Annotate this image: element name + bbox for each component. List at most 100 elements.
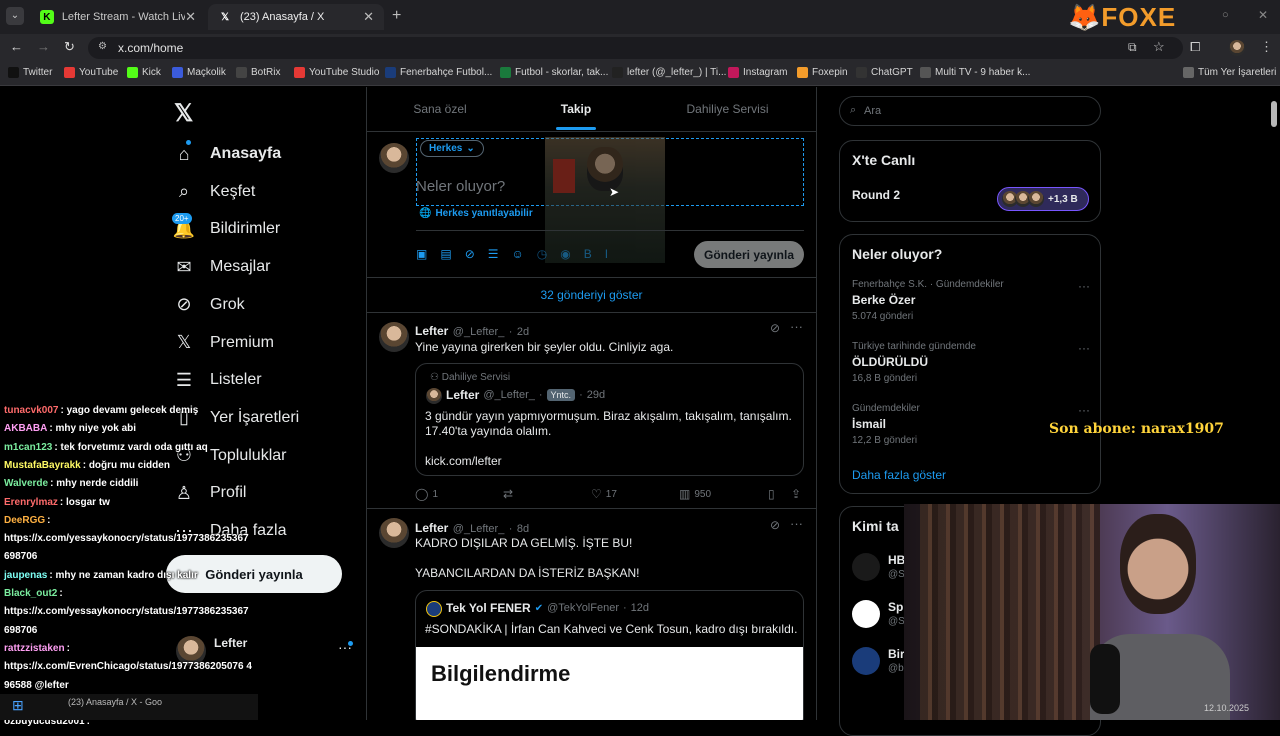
image-icon[interactable]: ▣ <box>416 247 427 261</box>
more-icon[interactable]: ··· <box>1078 341 1090 355</box>
bold-icon[interactable]: B <box>584 247 592 261</box>
tweet-handle[interactable]: @_Lefter_ <box>453 523 505 535</box>
nav-item-5[interactable]: 𝕏 Premium <box>172 328 274 358</box>
audience-selector[interactable]: Herkes ⌄ <box>420 140 484 157</box>
extensions-icon[interactable]: ⧠ <box>1190 39 1200 55</box>
nav-item-0[interactable]: ⌂ Anasayfa <box>172 139 281 169</box>
tab-for-you[interactable]: Sana özel <box>367 87 513 131</box>
composer-submit-button[interactable]: Gönderi yayınla <box>694 241 804 268</box>
bookmark-item[interactable]: Kick <box>127 67 161 78</box>
profile-avatar[interactable] <box>1229 40 1245 56</box>
nav-item-1[interactable]: ⌕ Keşfet <box>172 177 255 207</box>
show-more-trends[interactable]: Daha fazla göster <box>852 468 946 482</box>
tweet-author[interactable]: Lefter <box>415 324 448 338</box>
quote-image[interactable]: Bilgilendirme <box>416 647 803 720</box>
x-logo-icon[interactable]: 𝕏 <box>174 99 193 128</box>
tab-x[interactable]: 𝕏 (23) Anasayfa / X ✕ <box>208 4 384 30</box>
reply-action[interactable]: ◯ 1 <box>415 487 438 501</box>
tweet-avatar[interactable] <box>379 322 409 352</box>
windows-icon[interactable]: ⊞ <box>12 697 24 714</box>
views-action[interactable]: ▥ 950 <box>679 487 711 501</box>
bookmark-item[interactable]: YouTube Studio <box>294 67 379 78</box>
tweet-1[interactable]: Lefter @_Lefter_ · 2d ⊘ ··· Yine yayına … <box>367 313 816 509</box>
nav-item-6[interactable]: ☰ Listeler <box>172 365 262 395</box>
tweet-time[interactable]: 2d <box>517 326 529 338</box>
schedule-icon[interactable]: ◷ <box>537 247 547 261</box>
grok-icon[interactable]: ⊘ <box>465 247 475 261</box>
more-icon[interactable]: ··· <box>790 319 803 334</box>
taskbar-window-title[interactable]: (23) Anasayfa / X - Goo <box>68 697 162 707</box>
grok-icon[interactable]: ⊘ <box>770 518 780 532</box>
bookmark-item[interactable]: lefter (@_lefter_) | Ti... <box>612 67 726 78</box>
all-bookmarks[interactable]: Tüm Yer İşaretleri <box>1183 67 1276 78</box>
nav-item-3[interactable]: ✉ Mesajlar <box>172 252 270 282</box>
close-icon[interactable]: ✕ <box>185 9 196 25</box>
tab-list-button[interactable]: ⌄ <box>6 7 24 25</box>
close-window-button[interactable]: ✕ <box>1258 8 1268 22</box>
bookmark-item[interactable]: Instagram <box>728 67 787 78</box>
tweet-handle[interactable]: @_Lefter_ <box>453 326 505 338</box>
retweet-action[interactable]: ⇄ <box>503 487 517 501</box>
account-name[interactable]: Lefter <box>214 636 247 650</box>
search-input[interactable]: ⌕ Ara <box>839 96 1101 126</box>
tweet-author[interactable]: Lefter <box>415 521 448 535</box>
tab-kick[interactable]: K Lefter Stream - Watch Live on Kick ✕ <box>30 4 206 30</box>
account-handle: @S <box>888 616 905 627</box>
more-icon[interactable]: ··· <box>790 516 803 531</box>
back-icon[interactable]: ← <box>10 39 23 54</box>
poll-icon[interactable]: ☰ <box>488 247 499 261</box>
quote-link[interactable]: kick.com/lefter <box>425 454 502 468</box>
quote-tweet[interactable]: ⚇ Dahiliye Servisi Lefter @_Lefter_ · Yn… <box>415 363 804 476</box>
live-space-name[interactable]: Round 2 <box>852 188 900 202</box>
grok-icon[interactable]: ⊘ <box>770 321 780 335</box>
chat-text: : <box>47 514 51 526</box>
new-tab-button[interactable]: + <box>392 7 401 25</box>
trend-item[interactable]: Türkiye tarihinde gündemde ÖLDÜRÜLDÜ 16,8 … <box>852 341 1090 397</box>
install-icon[interactable]: ⧉ <box>1128 40 1137 55</box>
like-action[interactable]: ♡ 17 <box>591 487 617 501</box>
italic-icon[interactable]: I <box>605 247 608 261</box>
site-info-icon[interactable]: ⚙ <box>98 41 107 52</box>
trend-item[interactable]: Fenerbahçe S.K. · Gündemdekiler Berke Öze… <box>852 279 1090 335</box>
url-input[interactable]: ⚙ x.com/home ⧉ ☆ <box>88 37 1183 59</box>
close-icon[interactable]: ✕ <box>363 9 374 25</box>
nav-item-2[interactable]: 🔔 20+ Bildirimler <box>172 213 280 244</box>
bookmark-item[interactable]: Futbol - skorlar, tak... <box>500 67 608 78</box>
live-listeners[interactable]: +1,3 B <box>997 187 1089 211</box>
tweet-text: YABANCILARDAN DA İSTERİZ BAŞKAN! <box>415 566 640 580</box>
share-icon: ⇪ <box>791 487 802 501</box>
composer-toolbar: ▣ ▤ ⊘ ☰ ☺ ◷ ◉ B I <box>416 247 608 261</box>
bookmark-item[interactable]: Maçkolik <box>172 67 226 78</box>
quote-tweet[interactable]: Tek Yol FENER ✔ @TekYolFener · 12d #SOND… <box>415 590 804 720</box>
more-icon[interactable]: ··· <box>1078 403 1090 417</box>
bookmark-item[interactable]: ChatGPT <box>856 67 913 78</box>
forward-icon[interactable]: → <box>37 39 50 54</box>
nav-item-4[interactable]: ⊘ Grok <box>172 290 244 320</box>
bookmark-item[interactable]: Twitter <box>8 67 52 78</box>
composer-input[interactable]: Neler oluyor? <box>416 178 505 195</box>
nav-item-9[interactable]: ♙ Profil <box>172 478 247 508</box>
share-action[interactable]: ⇪ <box>791 487 805 501</box>
reload-icon[interactable]: ↻ <box>64 39 75 55</box>
menu-icon[interactable]: ⋮ <box>1260 39 1273 55</box>
emoji-icon[interactable]: ☺ <box>512 247 524 261</box>
bookmark-item[interactable]: YouTube <box>64 67 118 78</box>
reply-setting[interactable]: 🌐 Herkes yanıtlayabilir <box>419 208 533 219</box>
bookmark-item[interactable]: BotRix <box>236 67 280 78</box>
more-icon[interactable]: ··· <box>1078 279 1090 293</box>
tweet-2[interactable]: Lefter @_Lefter_ · 8d ⊘ ··· KADRO DIŞILA… <box>367 510 816 720</box>
bookmark-action[interactable]: ▯ <box>768 487 779 501</box>
star-icon[interactable]: ☆ <box>1153 39 1165 55</box>
tab-following[interactable]: Takip <box>513 87 639 131</box>
quote-author: Tek Yol FENER <box>446 601 531 615</box>
tweet-time[interactable]: 8d <box>517 523 529 535</box>
show-more-posts[interactable]: 32 gönderiyi göster <box>367 278 816 313</box>
tweet-avatar[interactable] <box>379 518 409 548</box>
bookmark-item[interactable]: Foxepin <box>797 67 848 78</box>
tab-dahiliye[interactable]: Dahiliye Servisi <box>639 87 816 131</box>
bookmark-item[interactable]: Fenerbahçe Futbol... <box>385 67 492 78</box>
bookmark-item[interactable]: Multi TV - 9 haber k... <box>920 67 1030 78</box>
minimize-button[interactable]: ○ <box>1222 9 1229 21</box>
gif-icon[interactable]: ▤ <box>440 247 451 261</box>
location-icon[interactable]: ◉ <box>560 247 570 261</box>
